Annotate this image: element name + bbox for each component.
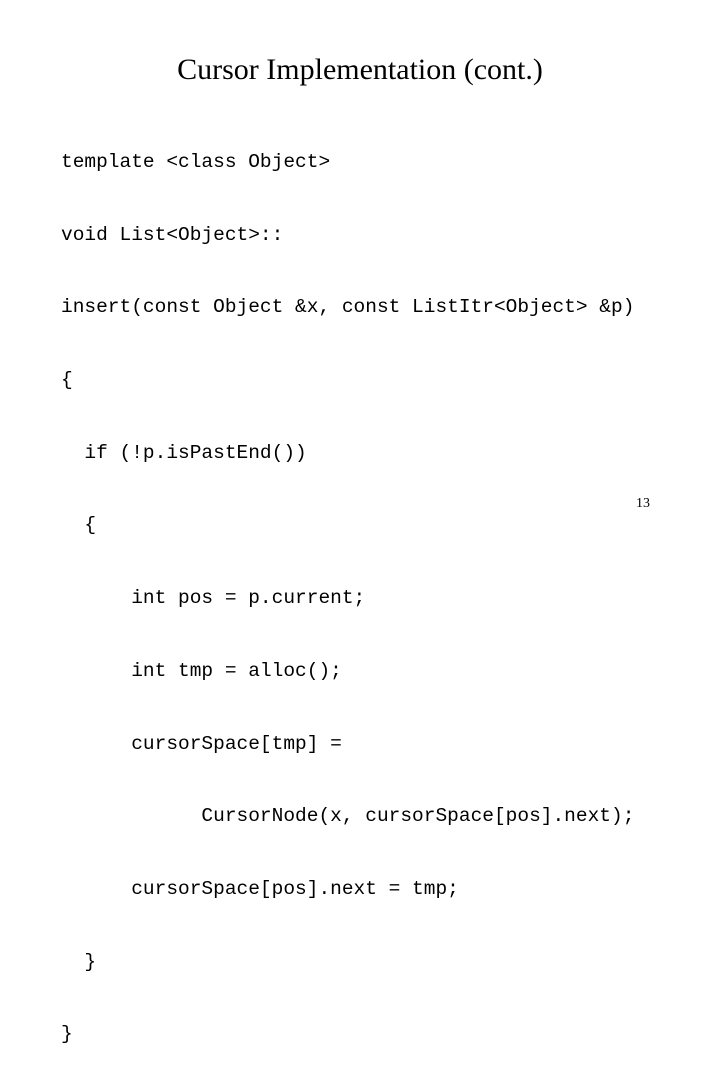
code-line: insert(const Object &x, const ListItr<Ob… (61, 296, 635, 319)
code-line: } (61, 1023, 73, 1046)
page-number: 13 (636, 496, 650, 511)
code-line: CursorNode(x, cursorSpace[pos].next); (61, 805, 635, 828)
code-line: void List<Object>:: (61, 223, 284, 246)
code-line: template <class Object> (61, 151, 331, 173)
slide-title: Cursor Implementation (cont.) (177, 53, 543, 86)
code-line: cursorSpace[pos].next = tmp; (61, 877, 459, 900)
code-line: int pos = p.current; (61, 587, 366, 610)
code-line: cursorSpace[tmp] = (61, 732, 342, 755)
code-line: int tmp = alloc(); (61, 659, 342, 682)
code-block: template <class Object> void List<Object… (61, 104, 634, 1071)
code-line: if (!p.isPastEnd()) (61, 441, 307, 464)
code-line: } (61, 950, 97, 973)
code-line: { (61, 514, 97, 537)
code-line: { (61, 369, 73, 392)
